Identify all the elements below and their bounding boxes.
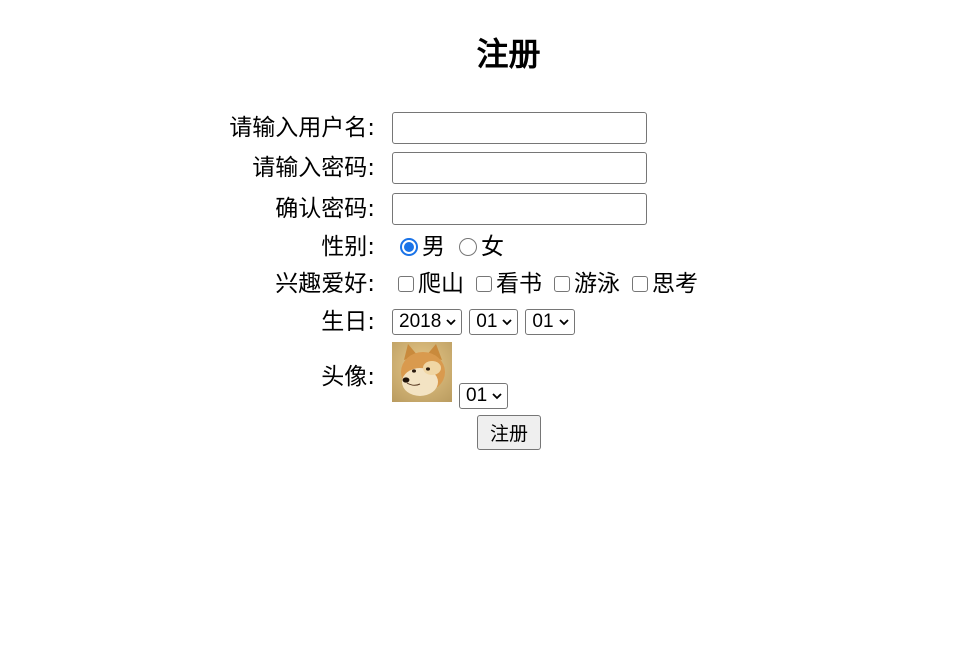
- avatar-select-wrap: 01: [459, 382, 515, 410]
- username-field-wrap: [392, 111, 647, 145]
- birthday-month-value: 01: [476, 311, 498, 332]
- checkbox-reading[interactable]: [476, 276, 492, 292]
- birthday-year-value: 2018: [399, 311, 442, 332]
- birthday-day-select[interactable]: 01: [525, 309, 575, 335]
- hobby-option-swimming[interactable]: 游泳: [548, 267, 620, 301]
- birthday-year-select[interactable]: 2018: [392, 309, 463, 335]
- gender-row: 性别: 男 女: [0, 230, 967, 266]
- birthday-selects: 2018 01 01: [392, 305, 582, 339]
- password-label: 请输入密码:: [252, 155, 375, 181]
- username-row: 请输入用户名:: [0, 111, 967, 147]
- chevron-down-icon: [502, 319, 513, 326]
- birthday-month-select[interactable]: 01: [469, 309, 519, 335]
- username-input[interactable]: [392, 112, 647, 144]
- gender-male-label: 男: [422, 234, 445, 260]
- checkbox-thinking[interactable]: [632, 276, 648, 292]
- avatar-row: 头像: 01: [0, 342, 967, 412]
- radio-male[interactable]: [400, 238, 418, 256]
- register-button[interactable]: 注册: [477, 415, 541, 450]
- avatar-image: [392, 342, 452, 402]
- avatar-select-value: 01: [466, 385, 488, 406]
- hobby-climbing-label: 爬山: [418, 271, 464, 297]
- gender-option-male[interactable]: 男: [392, 230, 445, 264]
- password-row: 请输入密码:: [0, 151, 967, 187]
- birthday-row: 生日: 2018 01 01: [0, 305, 967, 341]
- hobby-swimming-label: 游泳: [574, 271, 620, 297]
- password-input[interactable]: [392, 152, 647, 184]
- hobby-option-thinking[interactable]: 思考: [626, 267, 698, 301]
- birthday-label: 生日:: [321, 309, 375, 335]
- radio-female[interactable]: [459, 238, 477, 256]
- birthday-day-value: 01: [532, 311, 554, 332]
- avatar-select[interactable]: 01: [459, 383, 509, 409]
- hobby-option-climbing[interactable]: 爬山: [392, 267, 464, 301]
- checkbox-swimming[interactable]: [554, 276, 570, 292]
- gender-options: 男 女: [392, 230, 516, 264]
- hobby-option-reading[interactable]: 看书: [470, 267, 542, 301]
- username-label: 请输入用户名:: [229, 115, 375, 141]
- hobby-options: 爬山 看书 游泳 思考: [392, 267, 698, 301]
- confirm-password-row: 确认密码:: [0, 192, 967, 228]
- hobby-reading-label: 看书: [496, 271, 542, 297]
- page-title: 注册: [476, 35, 541, 73]
- chevron-down-icon: [558, 319, 569, 326]
- password-field-wrap: [392, 151, 647, 185]
- hobby-thinking-label: 思考: [652, 271, 698, 297]
- gender-label: 性别:: [321, 234, 375, 260]
- checkbox-climbing[interactable]: [398, 276, 414, 292]
- hobby-label: 兴趣爱好:: [275, 271, 375, 297]
- confirm-password-field-wrap: [392, 192, 647, 226]
- chevron-down-icon: [492, 393, 502, 400]
- confirm-password-input[interactable]: [392, 193, 647, 225]
- chevron-down-icon: [446, 319, 456, 326]
- confirm-password-label: 确认密码:: [275, 196, 375, 222]
- avatar-label: 头像:: [321, 364, 375, 390]
- gender-female-label: 女: [481, 234, 504, 260]
- gender-option-female[interactable]: 女: [457, 230, 504, 264]
- hobby-row: 兴趣爱好: 爬山 看书 游泳 思考: [0, 267, 967, 303]
